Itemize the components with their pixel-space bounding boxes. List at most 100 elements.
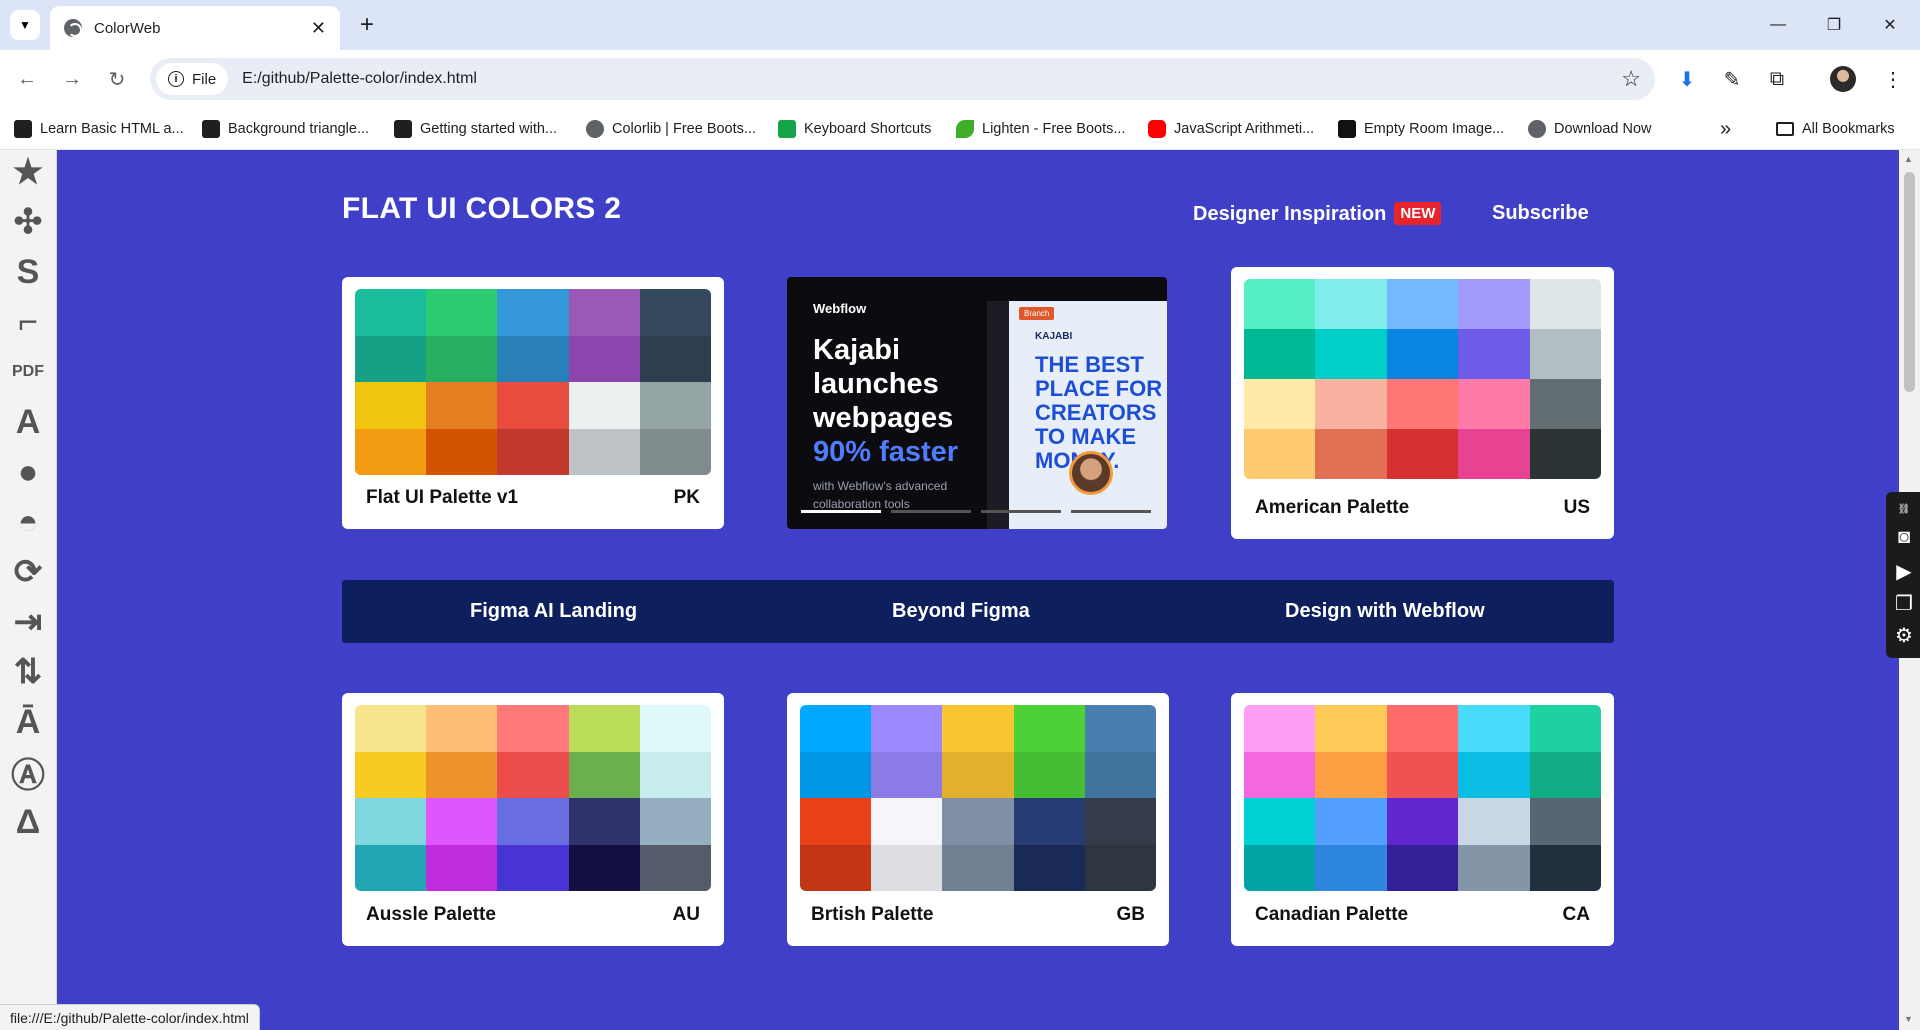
- apple-icon[interactable]: ●: [8, 452, 48, 492]
- color-swatch[interactable]: [1084, 705, 1156, 752]
- color-swatch[interactable]: [1529, 429, 1601, 479]
- palette-swatch-grid[interactable]: [1244, 705, 1601, 891]
- star-icon[interactable]: ★: [8, 152, 48, 192]
- color-swatch[interactable]: [639, 798, 711, 845]
- color-swatch[interactable]: [1315, 329, 1387, 379]
- color-swatch[interactable]: [1529, 329, 1601, 379]
- forward-arrow-icon[interactable]: →: [57, 64, 87, 94]
- color-swatch[interactable]: [1529, 279, 1601, 329]
- color-swatch[interactable]: [497, 428, 569, 475]
- color-swatch[interactable]: [426, 289, 498, 336]
- beyond-figma-link[interactable]: Beyond Figma: [892, 600, 1030, 623]
- scrollbar-thumb[interactable]: [1904, 172, 1915, 392]
- color-swatch[interactable]: [1458, 429, 1530, 479]
- extensions-icon[interactable]: ⧉: [1762, 64, 1792, 94]
- color-swatch[interactable]: [355, 844, 427, 891]
- all-bookmarks-button[interactable]: All Bookmarks: [1776, 116, 1895, 142]
- color-swatch[interactable]: [1013, 705, 1085, 752]
- font-strike-icon[interactable]: Ā: [8, 702, 48, 742]
- color-swatch[interactable]: [497, 382, 569, 429]
- palette-swatch-grid[interactable]: [1244, 279, 1601, 479]
- color-swatch[interactable]: [1386, 279, 1459, 329]
- site-info-chip[interactable]: i File: [156, 63, 229, 95]
- color-swatch[interactable]: [1529, 705, 1601, 752]
- palette-card-american[interactable]: American Palette US: [1231, 267, 1614, 539]
- color-swatch[interactable]: [639, 289, 711, 336]
- color-swatch[interactable]: [942, 798, 1014, 845]
- color-swatch[interactable]: [426, 428, 498, 475]
- palette-card-aussie[interactable]: Aussle Palette AU: [342, 693, 724, 946]
- color-swatch[interactable]: [1315, 751, 1387, 798]
- color-swatch[interactable]: [568, 705, 640, 752]
- color-swatch[interactable]: [497, 751, 569, 798]
- color-swatch[interactable]: [355, 428, 427, 475]
- color-swatch[interactable]: [800, 844, 872, 891]
- webflow-ad[interactable]: Webflow Kajabi launches webpages 90% fas…: [787, 277, 1167, 529]
- color-swatch[interactable]: [1244, 705, 1316, 752]
- color-swatch[interactable]: [1386, 329, 1459, 379]
- color-swatch[interactable]: [568, 798, 640, 845]
- color-swatch[interactable]: [426, 844, 498, 891]
- color-swatch[interactable]: [639, 335, 711, 382]
- color-swatch[interactable]: [871, 844, 943, 891]
- font-a-icon[interactable]: A: [8, 402, 48, 442]
- video-icon[interactable]: ▶: [1893, 560, 1915, 583]
- color-swatch[interactable]: [639, 844, 711, 891]
- color-swatch[interactable]: [1458, 705, 1530, 752]
- color-swatch[interactable]: [1529, 798, 1601, 845]
- designer-inspiration-link[interactable]: Designer Inspiration NEW: [1193, 202, 1442, 226]
- color-swatch[interactable]: [1013, 751, 1085, 798]
- color-swatch[interactable]: [568, 382, 640, 429]
- bookmark-item[interactable]: Download Now: [1528, 116, 1652, 142]
- color-swatch[interactable]: [942, 844, 1014, 891]
- color-swatch[interactable]: [355, 798, 427, 845]
- color-swatch[interactable]: [1084, 751, 1156, 798]
- bookmark-item[interactable]: Background triangle...: [202, 116, 369, 142]
- font-alt-icon[interactable]: Δ: [8, 802, 48, 842]
- color-swatch[interactable]: [1386, 429, 1459, 479]
- subscribe-link[interactable]: Subscribe: [1492, 202, 1589, 225]
- color-swatch[interactable]: [497, 844, 569, 891]
- color-swatch[interactable]: [1244, 379, 1316, 429]
- tab-search-button[interactable]: ▼: [10, 10, 40, 40]
- color-swatch[interactable]: [568, 335, 640, 382]
- bookmark-star-icon[interactable]: ☆: [1621, 66, 1641, 92]
- color-swatch[interactable]: [355, 705, 427, 752]
- minimize-button[interactable]: —: [1758, 10, 1798, 40]
- color-swatch[interactable]: [1386, 844, 1459, 891]
- color-swatch[interactable]: [426, 335, 498, 382]
- pdf-icon[interactable]: PDF: [8, 352, 48, 392]
- color-swatch[interactable]: [568, 844, 640, 891]
- color-swatch[interactable]: [1458, 844, 1530, 891]
- palette-card-flat-ui[interactable]: Flat UI Palette v1 PK: [342, 277, 724, 529]
- color-swatch[interactable]: [942, 705, 1014, 752]
- android-icon[interactable]: ◓: [8, 502, 48, 542]
- color-swatch[interactable]: [497, 798, 569, 845]
- slack-icon[interactable]: ✣: [8, 202, 48, 242]
- color-swatch[interactable]: [1458, 751, 1530, 798]
- color-swatch[interactable]: [426, 751, 498, 798]
- color-swatch[interactable]: [355, 289, 427, 336]
- color-swatch[interactable]: [1315, 379, 1387, 429]
- eyedropper-icon[interactable]: ✎: [1717, 64, 1747, 94]
- color-swatch[interactable]: [1244, 329, 1316, 379]
- color-swatch[interactable]: [1013, 798, 1085, 845]
- color-swatch[interactable]: [1084, 844, 1156, 891]
- new-tab-button[interactable]: +: [352, 10, 382, 40]
- gear-icon[interactable]: ⚙: [1893, 624, 1915, 647]
- window-icon[interactable]: ❐: [1893, 592, 1915, 615]
- color-swatch[interactable]: [871, 798, 943, 845]
- color-swatch[interactable]: [942, 751, 1014, 798]
- color-swatch[interactable]: [426, 705, 498, 752]
- color-swatch[interactable]: [568, 751, 640, 798]
- color-swatch[interactable]: [1244, 798, 1316, 845]
- color-swatch[interactable]: [1386, 798, 1459, 845]
- url-text[interactable]: E:/github/Palette-color/index.html: [242, 70, 1621, 88]
- color-swatch[interactable]: [568, 289, 640, 336]
- bookmark-item[interactable]: Getting started with...: [394, 116, 557, 142]
- bookmark-item[interactable]: Colorlib | Free Boots...: [586, 116, 756, 142]
- color-swatch[interactable]: [871, 751, 943, 798]
- menu-dots-icon[interactable]: ⋮: [1878, 64, 1908, 94]
- color-swatch[interactable]: [568, 428, 640, 475]
- color-swatch[interactable]: [800, 751, 872, 798]
